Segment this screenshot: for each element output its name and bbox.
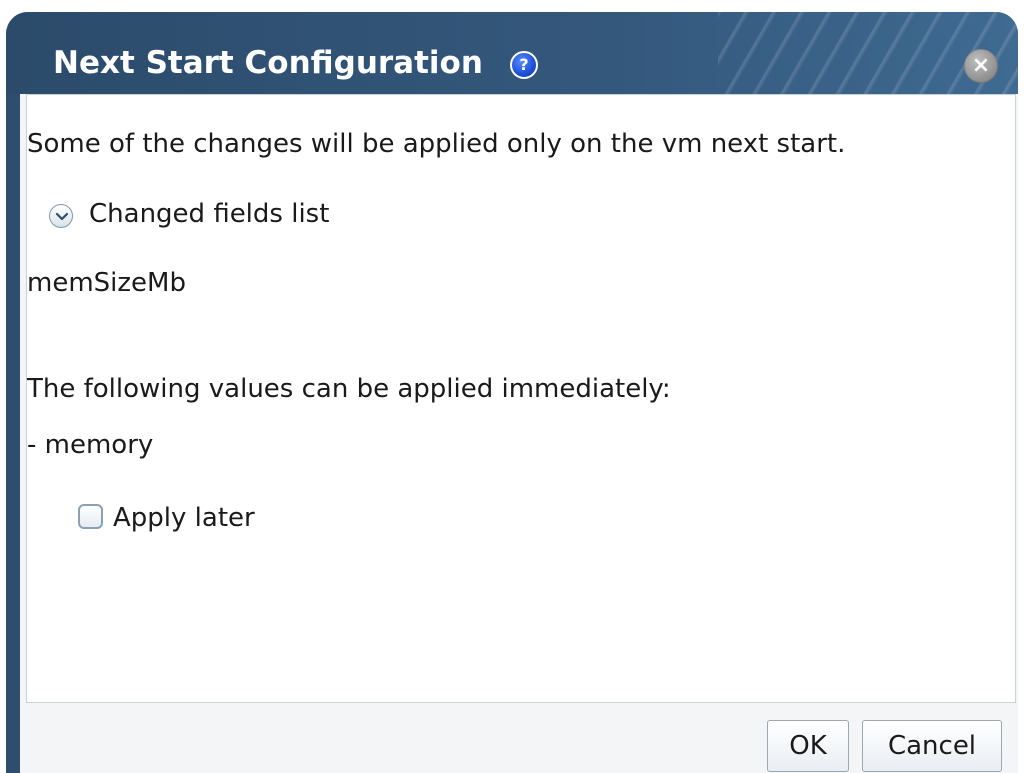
cancel-button[interactable]: Cancel: [862, 720, 1002, 772]
apply-later-label[interactable]: Apply later: [113, 502, 255, 534]
close-icon[interactable]: ×: [964, 49, 998, 83]
immediate-value-item: - memory: [27, 430, 154, 460]
intro-text: Some of the changes will be applied only…: [27, 129, 846, 159]
immediate-values-title: The following values can be applied imme…: [27, 374, 671, 404]
changed-fields-toggle[interactable]: Changed fields list: [89, 198, 329, 230]
next-start-configuration-dialog: Next Start Configuration ? × Some of the…: [6, 12, 1018, 773]
apply-later-checkbox[interactable]: [78, 504, 103, 529]
help-icon[interactable]: ?: [510, 51, 538, 79]
ok-button[interactable]: OK: [767, 720, 849, 772]
dialog-title: Next Start Configuration: [53, 45, 483, 81]
chevron-down-icon[interactable]: [49, 204, 73, 228]
dialog-content-panel: Some of the changes will be applied only…: [26, 94, 1016, 703]
changed-field-item: memSizeMb: [27, 268, 186, 298]
dialog-body: Some of the changes will be applied only…: [20, 94, 1018, 773]
dialog-header: Next Start Configuration ? ×: [6, 12, 1018, 94]
